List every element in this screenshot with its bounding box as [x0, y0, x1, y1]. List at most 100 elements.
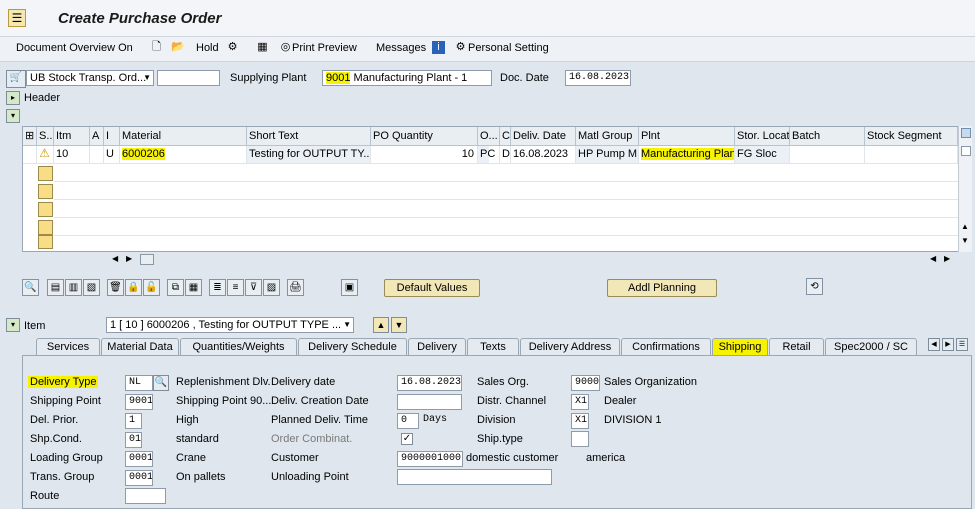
tab-delivery-schedule[interactable]: Delivery Schedule [298, 338, 407, 355]
info-icon[interactable]: i [432, 41, 445, 54]
search-help-icon[interactable]: 🔍 [153, 375, 169, 391]
tab-delivery-address[interactable]: Delivery Address [520, 338, 620, 355]
scroll-left-icon[interactable]: ◀ [112, 254, 118, 263]
item-selector-dropdown[interactable]: 1 [ 10 ] 6000206 , Testing for OUTPUT TY… [106, 317, 354, 333]
delivery-type-field[interactable]: NL [125, 375, 153, 391]
po-number-field[interactable] [157, 70, 220, 86]
empty-row-selector[interactable] [38, 166, 53, 181]
planned-deliv-time-field[interactable]: 0 [397, 413, 419, 429]
cell-short-text[interactable]: Testing for OUTPUT TY... [247, 146, 371, 164]
col-header-plant[interactable]: Plnt [639, 127, 735, 146]
customer-field[interactable]: 9000001000 [397, 451, 463, 467]
print-preview-button[interactable]: Print Preview [292, 42, 357, 54]
empty-row-selector[interactable] [38, 220, 53, 235]
col-header-item[interactable]: Itm [54, 127, 90, 146]
expand-header-icon[interactable]: ▸ [6, 91, 20, 105]
tab-quantities-weights[interactable]: Quantities/Weights [180, 338, 297, 355]
warning-icon[interactable]: ⚠ [38, 147, 51, 160]
distr-channel-field[interactable]: X1 [571, 394, 589, 410]
sort-descending-icon[interactable]: ≡ [227, 279, 244, 296]
select-all-icon[interactable]: ▦ [185, 279, 202, 296]
shp-cond-field[interactable]: 01 [125, 432, 142, 448]
open-document-icon[interactable]: 📂 [171, 41, 185, 54]
order-type-select[interactable]: UB Stock Transp. Ord... ▼ [26, 70, 154, 86]
table-settings-icon[interactable] [961, 128, 971, 138]
col-header-material[interactable]: Material [120, 127, 247, 146]
col-header-batch[interactable]: Batch [790, 127, 865, 146]
print-icon[interactable]: 🖨 [287, 279, 304, 296]
tab-list-icon[interactable]: ☰ [956, 338, 968, 351]
scroll-left-icon[interactable]: ◀ [930, 254, 936, 263]
tab-spec2000[interactable]: Spec2000 / SC [825, 338, 917, 355]
col-header-deliv-date[interactable]: Deliv. Date [511, 127, 576, 146]
scroll-right-icon[interactable]: ▶ [126, 254, 132, 263]
ship-type-field[interactable] [571, 431, 589, 447]
copy-item-icon[interactable]: ⧉ [167, 279, 184, 296]
copy-disabled-icon[interactable]: ▧ [83, 279, 100, 296]
empty-row-selector[interactable] [38, 202, 53, 217]
cell-deliv-date[interactable]: 16.08.2023 [511, 146, 576, 164]
next-item-button[interactable]: ▼ [391, 317, 407, 333]
order-combinat-checkbox[interactable]: ✓ [401, 433, 413, 445]
supplying-plant-field[interactable]: 9001 Manufacturing Plant - 1 [322, 70, 492, 86]
cell-i[interactable]: U [104, 146, 120, 164]
cart-icon[interactable]: 🛒 [6, 70, 26, 88]
copy-icon[interactable]: ▤ [47, 279, 64, 296]
empty-row-selector[interactable] [38, 184, 53, 199]
cell-matl-group[interactable]: HP Pump M... [576, 146, 639, 164]
messages-button[interactable]: Messages [376, 42, 426, 54]
col-header-oun[interactable]: O... [478, 127, 500, 146]
col-header-po-quantity[interactable]: PO Quantity [371, 127, 478, 146]
deliv-creation-date-field[interactable] [397, 394, 462, 410]
tab-retail[interactable]: Retail [769, 338, 824, 355]
division-field[interactable]: X1 [571, 413, 589, 429]
scroll-thumb[interactable] [961, 146, 971, 156]
sort-ascending-icon[interactable]: ≣ [209, 279, 226, 296]
scroll-down-icon[interactable]: ▼ [961, 236, 969, 245]
cell-c[interactable]: D [500, 146, 511, 164]
col-header-short-text[interactable]: Short Text [247, 127, 371, 146]
scroll-right-icon[interactable]: ▶ [944, 254, 950, 263]
tab-delivery[interactable]: Delivery [408, 338, 466, 355]
doc-date-field[interactable]: 16.08.2023 [565, 70, 631, 86]
material-icon[interactable]: ▣ [341, 279, 358, 296]
col-header-i[interactable]: I [104, 127, 120, 146]
cell-stor-location[interactable]: FG Sloc [735, 146, 790, 164]
print-preview-icon[interactable]: ◎ [279, 41, 292, 54]
cell-stock-segment[interactable] [865, 146, 958, 164]
tab-services[interactable]: Services [36, 338, 100, 355]
scroll-up-icon[interactable]: ▲ [961, 222, 969, 231]
cell-item[interactable]: 10 [54, 146, 90, 164]
col-header-status[interactable]: S.. [37, 127, 54, 146]
tree-icon[interactable]: ⚙ [226, 41, 239, 54]
delete-icon[interactable]: 🗑 [107, 279, 124, 296]
col-header-matl-group[interactable]: Matl Group [576, 127, 639, 146]
default-values-button[interactable]: Default Values [384, 279, 480, 297]
personal-setting-icon[interactable]: ⚙ [454, 41, 467, 54]
cell-po-quantity[interactable]: 10 [371, 146, 478, 164]
cell-oun[interactable]: PC [478, 146, 500, 164]
col-header-c[interactable]: C [500, 127, 511, 146]
table-config-icon[interactable]: ⊞ [23, 127, 37, 146]
paste-icon[interactable]: ▥ [65, 279, 82, 296]
personal-setting-button[interactable]: Personal Setting [468, 42, 549, 54]
del-prior-field[interactable]: 1 [125, 413, 142, 429]
col-header-stor-location[interactable]: Stor. Location [735, 127, 790, 146]
sales-org-field[interactable]: 9000 [571, 375, 600, 391]
cell-material[interactable]: 6000206 [120, 146, 247, 164]
cell-batch[interactable] [790, 146, 865, 164]
lock-icon[interactable]: 🔒 [125, 279, 142, 296]
document-overview-button[interactable]: Document Overview On [16, 42, 133, 54]
planning-icon[interactable]: ⟲ [806, 278, 823, 295]
empty-row-selector[interactable] [38, 235, 53, 249]
image-icon[interactable]: ▨ [263, 279, 280, 296]
tab-scroll-right-icon[interactable]: ▶ [942, 338, 954, 351]
check-icon[interactable]: ▦ [256, 41, 269, 54]
horizontal-scroll-thumb[interactable] [140, 254, 154, 265]
transaction-icon[interactable]: ☰ [8, 9, 26, 27]
row-select[interactable] [23, 146, 37, 164]
tab-material-data[interactable]: Material Data [101, 338, 179, 355]
delivery-date-field[interactable]: 16.08.2023 [397, 375, 462, 391]
route-field[interactable] [125, 488, 166, 504]
shipping-point-field[interactable]: 9001 [125, 394, 153, 410]
